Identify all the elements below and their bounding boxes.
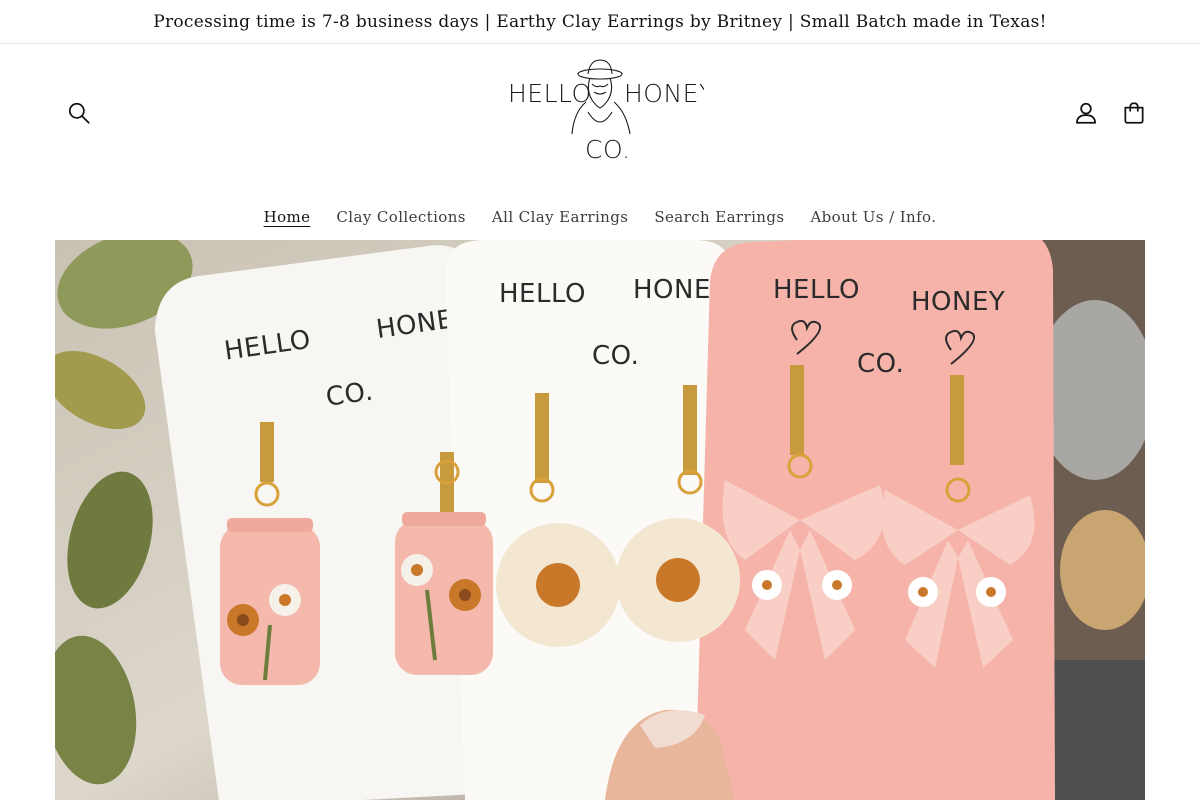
announcement-bar: Processing time is 7-8 business days | E… [0, 0, 1200, 44]
svg-text:CO.: CO. [857, 349, 904, 379]
site-logo[interactable]: HELLO HONEY CO. [500, 56, 714, 164]
site-header: HELLO HONEY CO. [0, 44, 1200, 194]
announcement-text: Processing time is 7-8 business days | E… [153, 11, 1047, 32]
svg-text:HELLO: HELLO [508, 79, 592, 108]
svg-text:HONEY: HONEY [911, 287, 1005, 317]
nav-item-search-earrings[interactable]: Search Earrings [641, 208, 797, 226]
svg-text:CO.: CO. [592, 341, 639, 371]
nav-item-clay-collections[interactable]: Clay Collections [323, 208, 478, 226]
svg-text:HELLO: HELLO [773, 275, 860, 305]
cart-icon [1124, 102, 1144, 124]
account-button[interactable] [1064, 91, 1108, 135]
svg-text:HELLO: HELLO [499, 279, 586, 309]
hero-earrings-photo: HELLO HONEY CO. HELLO HONEY CO. HELLO HO… [55, 240, 1145, 800]
svg-text:CO.: CO. [585, 135, 631, 164]
main-navigation: Home Clay Collections All Clay Earrings … [0, 196, 1200, 238]
hero-banner-image: HELLO HONEY CO. HELLO HONEY CO. HELLO HO… [55, 240, 1145, 800]
search-button[interactable] [57, 91, 101, 135]
search-icon [68, 102, 90, 124]
cart-button[interactable] [1112, 91, 1156, 135]
account-icon [1075, 102, 1097, 124]
nav-item-all-clay-earrings[interactable]: All Clay Earrings [479, 208, 641, 226]
svg-text:HONEY: HONEY [624, 79, 704, 108]
nav-item-about-us[interactable]: About Us / Info. [797, 208, 949, 226]
nav-item-home[interactable]: Home [251, 208, 324, 226]
